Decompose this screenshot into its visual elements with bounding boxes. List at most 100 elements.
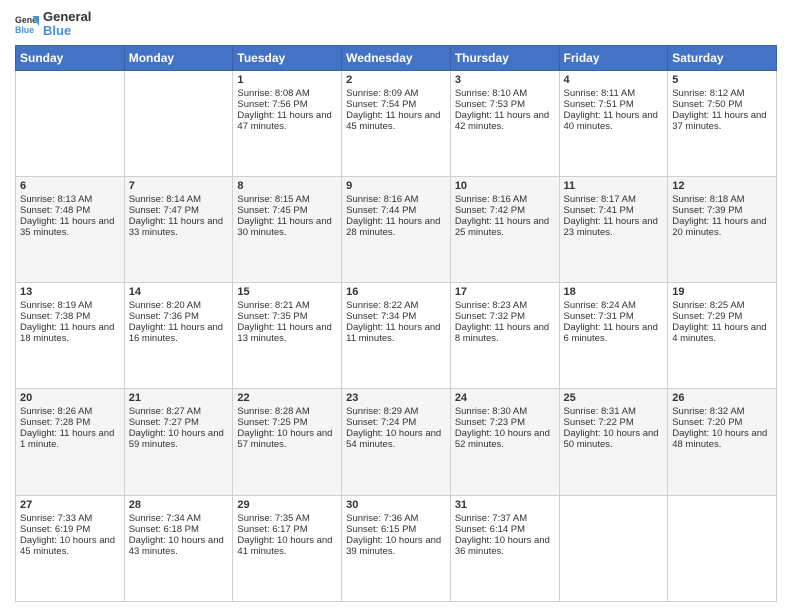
- daylight-text: Daylight: 10 hours and 43 minutes.: [129, 535, 229, 557]
- calendar-cell: 22Sunrise: 8:28 AMSunset: 7:25 PMDayligh…: [233, 389, 342, 495]
- sunrise-text: Sunrise: 8:24 AM: [564, 300, 664, 311]
- sunrise-text: Sunrise: 7:37 AM: [455, 513, 555, 524]
- daylight-text: Daylight: 11 hours and 40 minutes.: [564, 110, 664, 132]
- calendar-cell: 25Sunrise: 8:31 AMSunset: 7:22 PMDayligh…: [559, 389, 668, 495]
- week-row-4: 20Sunrise: 8:26 AMSunset: 7:28 PMDayligh…: [16, 389, 777, 495]
- daylight-text: Daylight: 10 hours and 57 minutes.: [237, 428, 337, 450]
- calendar-cell: 9Sunrise: 8:16 AMSunset: 7:44 PMDaylight…: [342, 176, 451, 282]
- week-row-3: 13Sunrise: 8:19 AMSunset: 7:38 PMDayligh…: [16, 283, 777, 389]
- sunrise-text: Sunrise: 7:33 AM: [20, 513, 120, 524]
- daylight-text: Daylight: 11 hours and 6 minutes.: [564, 322, 664, 344]
- day-number: 8: [237, 180, 337, 192]
- day-number: 9: [346, 180, 446, 192]
- calendar-cell: 20Sunrise: 8:26 AMSunset: 7:28 PMDayligh…: [16, 389, 125, 495]
- calendar-cell: 5Sunrise: 8:12 AMSunset: 7:50 PMDaylight…: [668, 70, 777, 176]
- daylight-text: Daylight: 11 hours and 13 minutes.: [237, 322, 337, 344]
- sunrise-text: Sunrise: 8:19 AM: [20, 300, 120, 311]
- calendar-cell: 23Sunrise: 8:29 AMSunset: 7:24 PMDayligh…: [342, 389, 451, 495]
- calendar-cell: 21Sunrise: 8:27 AMSunset: 7:27 PMDayligh…: [124, 389, 233, 495]
- sunrise-text: Sunrise: 8:31 AM: [564, 406, 664, 417]
- logo-blue: Blue: [43, 24, 91, 38]
- sunrise-text: Sunrise: 8:17 AM: [564, 194, 664, 205]
- calendar-cell: 19Sunrise: 8:25 AMSunset: 7:29 PMDayligh…: [668, 283, 777, 389]
- week-row-1: 1Sunrise: 8:08 AMSunset: 7:56 PMDaylight…: [16, 70, 777, 176]
- sunset-text: Sunset: 6:15 PM: [346, 524, 446, 535]
- sunset-text: Sunset: 7:48 PM: [20, 205, 120, 216]
- sunrise-text: Sunrise: 8:18 AM: [672, 194, 772, 205]
- day-number: 26: [672, 392, 772, 404]
- calendar-cell: 8Sunrise: 8:15 AMSunset: 7:45 PMDaylight…: [233, 176, 342, 282]
- sunset-text: Sunset: 7:32 PM: [455, 311, 555, 322]
- daylight-text: Daylight: 10 hours and 41 minutes.: [237, 535, 337, 557]
- day-number: 15: [237, 286, 337, 298]
- sunset-text: Sunset: 7:42 PM: [455, 205, 555, 216]
- calendar-cell: 31Sunrise: 7:37 AMSunset: 6:14 PMDayligh…: [450, 495, 559, 601]
- calendar-cell: 13Sunrise: 8:19 AMSunset: 7:38 PMDayligh…: [16, 283, 125, 389]
- sunrise-text: Sunrise: 8:11 AM: [564, 88, 664, 99]
- calendar-cell: [668, 495, 777, 601]
- sunrise-text: Sunrise: 8:09 AM: [346, 88, 446, 99]
- day-number: 30: [346, 499, 446, 511]
- daylight-text: Daylight: 11 hours and 30 minutes.: [237, 216, 337, 238]
- sunset-text: Sunset: 7:39 PM: [672, 205, 772, 216]
- sunset-text: Sunset: 6:18 PM: [129, 524, 229, 535]
- daylight-text: Daylight: 11 hours and 45 minutes.: [346, 110, 446, 132]
- day-number: 27: [20, 499, 120, 511]
- col-header-thursday: Thursday: [450, 45, 559, 70]
- sunrise-text: Sunrise: 8:16 AM: [455, 194, 555, 205]
- sunrise-text: Sunrise: 8:23 AM: [455, 300, 555, 311]
- sunset-text: Sunset: 7:47 PM: [129, 205, 229, 216]
- daylight-text: Daylight: 11 hours and 47 minutes.: [237, 110, 337, 132]
- sunset-text: Sunset: 7:24 PM: [346, 417, 446, 428]
- day-number: 1: [237, 74, 337, 86]
- day-number: 2: [346, 74, 446, 86]
- sunset-text: Sunset: 7:31 PM: [564, 311, 664, 322]
- day-number: 3: [455, 74, 555, 86]
- day-number: 19: [672, 286, 772, 298]
- daylight-text: Daylight: 11 hours and 33 minutes.: [129, 216, 229, 238]
- day-number: 24: [455, 392, 555, 404]
- sunrise-text: Sunrise: 8:08 AM: [237, 88, 337, 99]
- sunrise-text: Sunrise: 8:14 AM: [129, 194, 229, 205]
- sunrise-text: Sunrise: 7:34 AM: [129, 513, 229, 524]
- col-header-wednesday: Wednesday: [342, 45, 451, 70]
- sunset-text: Sunset: 7:23 PM: [455, 417, 555, 428]
- daylight-text: Daylight: 11 hours and 35 minutes.: [20, 216, 120, 238]
- calendar-cell: 17Sunrise: 8:23 AMSunset: 7:32 PMDayligh…: [450, 283, 559, 389]
- sunset-text: Sunset: 6:19 PM: [20, 524, 120, 535]
- day-number: 31: [455, 499, 555, 511]
- daylight-text: Daylight: 10 hours and 59 minutes.: [129, 428, 229, 450]
- calendar-cell: 16Sunrise: 8:22 AMSunset: 7:34 PMDayligh…: [342, 283, 451, 389]
- sunrise-text: Sunrise: 8:27 AM: [129, 406, 229, 417]
- daylight-text: Daylight: 11 hours and 11 minutes.: [346, 322, 446, 344]
- day-number: 28: [129, 499, 229, 511]
- sunrise-text: Sunrise: 7:35 AM: [237, 513, 337, 524]
- calendar-cell: [559, 495, 668, 601]
- col-header-sunday: Sunday: [16, 45, 125, 70]
- day-number: 23: [346, 392, 446, 404]
- sunrise-text: Sunrise: 8:22 AM: [346, 300, 446, 311]
- calendar-cell: [16, 70, 125, 176]
- day-number: 17: [455, 286, 555, 298]
- sunset-text: Sunset: 7:36 PM: [129, 311, 229, 322]
- sunset-text: Sunset: 6:17 PM: [237, 524, 337, 535]
- calendar-cell: 4Sunrise: 8:11 AMSunset: 7:51 PMDaylight…: [559, 70, 668, 176]
- daylight-text: Daylight: 11 hours and 42 minutes.: [455, 110, 555, 132]
- day-number: 18: [564, 286, 664, 298]
- calendar-cell: 3Sunrise: 8:10 AMSunset: 7:53 PMDaylight…: [450, 70, 559, 176]
- sunrise-text: Sunrise: 8:29 AM: [346, 406, 446, 417]
- day-number: 16: [346, 286, 446, 298]
- sunset-text: Sunset: 7:29 PM: [672, 311, 772, 322]
- sunrise-text: Sunrise: 8:15 AM: [237, 194, 337, 205]
- svg-text:Blue: Blue: [15, 25, 34, 35]
- sunrise-text: Sunrise: 8:12 AM: [672, 88, 772, 99]
- sunrise-text: Sunrise: 8:30 AM: [455, 406, 555, 417]
- daylight-text: Daylight: 11 hours and 16 minutes.: [129, 322, 229, 344]
- daylight-text: Daylight: 10 hours and 45 minutes.: [20, 535, 120, 557]
- sunset-text: Sunset: 7:51 PM: [564, 99, 664, 110]
- sunset-text: Sunset: 7:28 PM: [20, 417, 120, 428]
- week-row-5: 27Sunrise: 7:33 AMSunset: 6:19 PMDayligh…: [16, 495, 777, 601]
- day-number: 29: [237, 499, 337, 511]
- day-number: 20: [20, 392, 120, 404]
- sunrise-text: Sunrise: 8:13 AM: [20, 194, 120, 205]
